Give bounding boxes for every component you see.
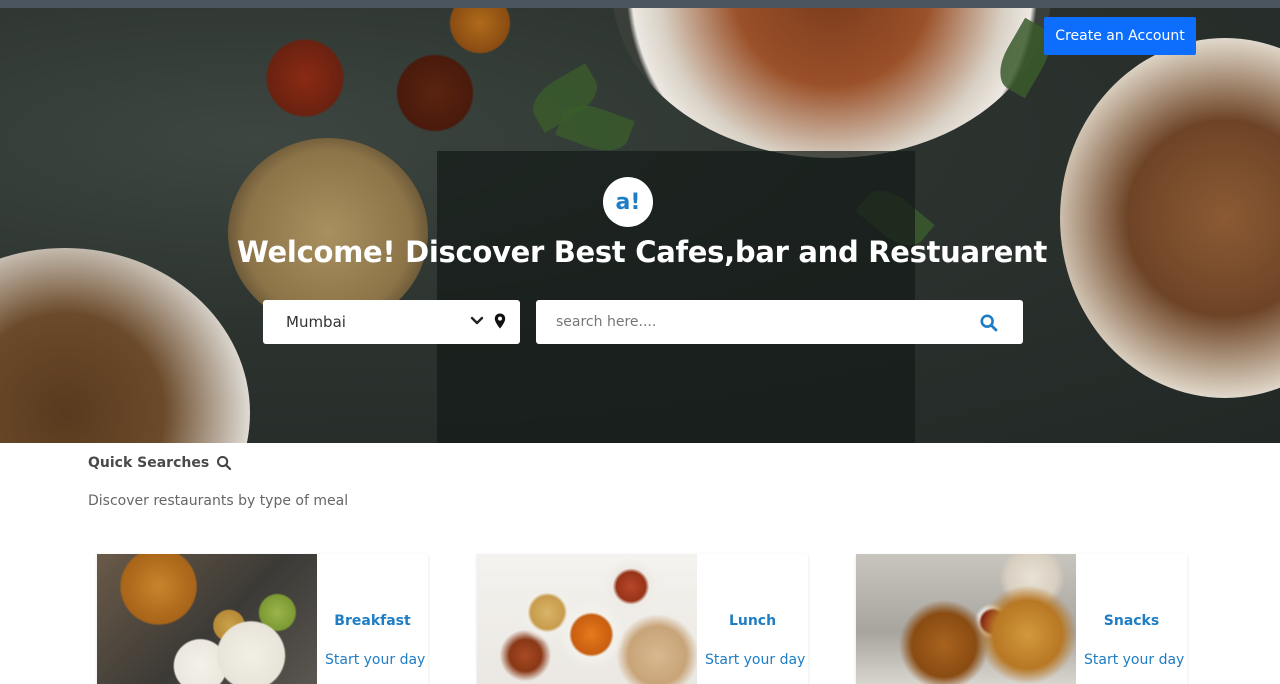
chevron-down-icon (470, 316, 484, 325)
location-pin-icon[interactable] (494, 313, 506, 329)
snacks-image (856, 554, 1076, 684)
meal-card-title: Snacks (1103, 613, 1160, 629)
meal-card-snacks[interactable]: Snacks Start your day (856, 554, 1187, 684)
create-account-button[interactable]: Create an Account (1044, 17, 1196, 55)
meal-card-lunch[interactable]: Lunch Start your day (477, 554, 808, 684)
site-logo[interactable]: a! (603, 177, 653, 227)
browser-top-strip (0, 0, 1280, 8)
search-input[interactable] (536, 300, 956, 344)
meal-card-breakfast[interactable]: Breakfast Start your day (97, 554, 428, 684)
quick-searches-label: Quick Searches (88, 455, 210, 471)
spice-image (385, 48, 485, 138)
food-plate-image (0, 248, 250, 443)
search-icon (217, 456, 232, 471)
food-plate-image (1060, 38, 1280, 398)
lunch-image (477, 554, 697, 684)
meal-card-title: Breakfast (334, 613, 411, 629)
search-icon[interactable] (979, 313, 999, 333)
meal-card-title: Lunch (728, 613, 777, 629)
quick-searches-subtitle: Discover restaurants by type of meal (88, 493, 349, 509)
city-select[interactable]: Mumbai (263, 300, 520, 344)
breakfast-image (97, 554, 317, 684)
quick-searches-title: Quick Searches (88, 455, 232, 471)
search-box (536, 300, 1023, 344)
food-plate-image (612, 8, 1052, 158)
meal-card-description: Start your day (705, 652, 806, 668)
spice-image (250, 38, 360, 118)
hero-banner (0, 8, 1280, 443)
city-select-value: Mumbai (286, 313, 346, 331)
welcome-heading: Welcome! Discover Best Cafes,bar and Res… (236, 235, 1048, 269)
hero-overlay (437, 151, 915, 443)
meal-card-description: Start your day (1084, 652, 1185, 668)
meal-card-description: Start your day (325, 652, 426, 668)
